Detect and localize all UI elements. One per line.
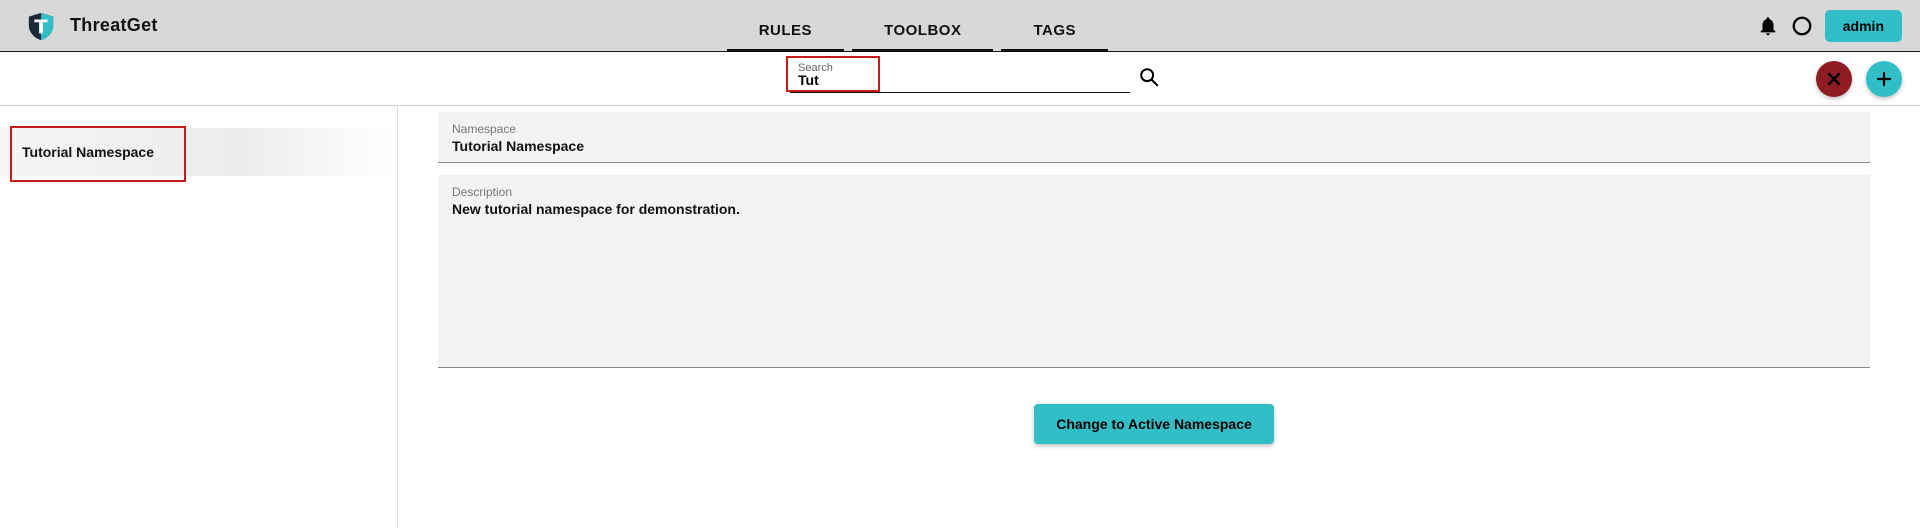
search-label: Search xyxy=(798,62,833,74)
nav-toolbox[interactable]: TOOLBOX xyxy=(852,22,993,51)
status-button[interactable] xyxy=(1791,15,1813,37)
details-panel: Namespace Tutorial Namespace Description… xyxy=(398,106,1920,528)
user-menu[interactable]: admin xyxy=(1825,10,1902,42)
logo-wrap: ThreatGet xyxy=(26,11,158,41)
nav-tags[interactable]: TAGS xyxy=(1001,22,1108,51)
description-field[interactable]: Description New tutorial namespace for d… xyxy=(438,175,1870,368)
namespace-field-value: Tutorial Namespace xyxy=(452,138,1856,154)
delete-button[interactable] xyxy=(1816,61,1852,97)
main-nav: RULES TOOLBOX TAGS xyxy=(723,0,1112,51)
search-wrap: Search xyxy=(790,64,1130,93)
description-field-label: Description xyxy=(452,185,1856,199)
search-row: Search xyxy=(0,52,1920,106)
main-area: Tutorial Namespace Namespace Tutorial Na… xyxy=(0,106,1920,528)
search-row-actions xyxy=(1816,61,1902,97)
description-field-value: New tutorial namespace for demonstration… xyxy=(452,201,1856,217)
sidebar: Tutorial Namespace xyxy=(0,106,398,528)
nav-rules[interactable]: RULES xyxy=(727,22,844,51)
action-row: Change to Active Namespace xyxy=(438,368,1870,444)
add-button[interactable] xyxy=(1866,61,1902,97)
notifications-button[interactable] xyxy=(1757,15,1779,37)
search-icon xyxy=(1138,66,1160,88)
namespace-field-label: Namespace xyxy=(452,122,1856,136)
sidebar-item-namespace[interactable]: Tutorial Namespace xyxy=(0,128,397,176)
app-logo-icon xyxy=(26,11,56,41)
search-input[interactable] xyxy=(790,64,1130,93)
namespace-field[interactable]: Namespace Tutorial Namespace xyxy=(438,112,1870,163)
plus-icon xyxy=(1875,70,1893,88)
close-icon xyxy=(1825,70,1843,88)
ring-icon xyxy=(1791,15,1813,37)
app-title: ThreatGet xyxy=(70,15,158,36)
change-active-namespace-button[interactable]: Change to Active Namespace xyxy=(1034,404,1274,444)
bell-icon xyxy=(1757,15,1779,37)
search-button[interactable] xyxy=(1138,66,1160,91)
app-header: ThreatGet RULES TOOLBOX TAGS admin xyxy=(0,0,1920,52)
header-right: admin xyxy=(1757,10,1902,42)
